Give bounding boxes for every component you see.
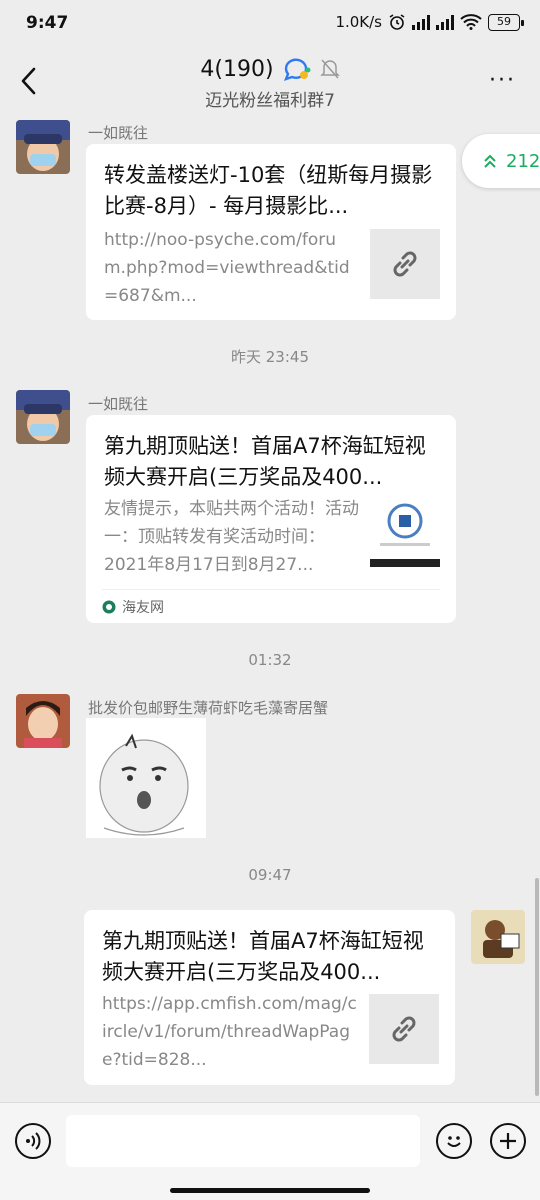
link-card-url: http://noo-psyche.com/forum.php?mod=view… xyxy=(104,230,350,306)
link-icon xyxy=(392,1016,416,1042)
link-source: 海友网 xyxy=(102,597,164,617)
link-card-url: https://app.cmfish.com/mag/circle/v1/for… xyxy=(102,994,357,1070)
source-name: 海友网 xyxy=(122,600,164,616)
battery-icon: 59 xyxy=(488,13,524,31)
unread-jump-badge[interactable]: 212 xyxy=(462,134,540,188)
link-card-message[interactable]: 第九期顶贴送！首届A7杯海缸短视频大赛开启(三万奖品及400... 友情提示，本… xyxy=(86,415,456,623)
voice-button[interactable] xyxy=(15,1123,51,1159)
link-thumbnail xyxy=(370,229,440,299)
avatar[interactable] xyxy=(16,694,70,748)
link-card-title: 第九期顶贴送！首届A7杯海缸短视频大赛开启(三万奖品及400... xyxy=(102,929,424,984)
link-card-title: 转发盖楼送灯-10套（纽斯每月摄影比赛-8月）- 每月摄影比... xyxy=(104,163,433,218)
timestamp: 昨天 23:45 xyxy=(231,348,309,366)
wifi-icon xyxy=(460,14,482,30)
link-card-message[interactable]: 第九期顶贴送！首届A7杯海缸短视频大赛开启(三万奖品及400... https:… xyxy=(84,910,455,1085)
chat-subtitle: 迈光粉丝福利群7 xyxy=(205,91,335,111)
timestamp: 01:32 xyxy=(248,651,292,669)
avatar[interactable] xyxy=(16,390,70,444)
add-attachment-button[interactable] xyxy=(490,1123,526,1159)
link-card-title: 第九期顶贴送！首届A7杯海缸短视频大赛开启(三万奖品及400... xyxy=(104,434,426,489)
timestamp: 09:47 xyxy=(248,866,292,884)
status-icons: 1.0K/s 59 xyxy=(335,13,524,31)
link-thumbnail xyxy=(369,994,439,1064)
status-time: 9:47 xyxy=(26,13,69,33)
article-thumbnail-image xyxy=(370,497,440,567)
article-thumbnail xyxy=(370,497,440,567)
home-indicator[interactable] xyxy=(170,1188,370,1193)
plus-icon xyxy=(500,1133,516,1149)
sticker-image[interactable] xyxy=(86,718,206,838)
input-bar xyxy=(0,1102,540,1200)
chat-header: 4(190) 迈光粉丝福利群7 ··· xyxy=(0,46,540,114)
link-card-message[interactable]: 转发盖楼送灯-10套（纽斯每月摄影比赛-8月）- 每月摄影比... http:/… xyxy=(86,144,456,320)
signal-2-icon xyxy=(436,14,454,30)
smiley-icon xyxy=(447,1136,461,1147)
avatar-self[interactable] xyxy=(471,910,525,964)
sender-name: 批发价包邮野生薄荷虾吃毛藻寄居蟹 xyxy=(88,699,329,717)
scrollbar[interactable] xyxy=(535,878,539,1096)
sender-name: 一如既往 xyxy=(88,395,149,413)
message-input[interactable] xyxy=(66,1115,420,1167)
link-card-description: 友情提示，本贴共两个活动！活动一：顶贴转发有奖活动时间：2021年8月17日到8… xyxy=(104,499,359,575)
voice-icon xyxy=(26,1132,41,1150)
double-chevron-up-icon xyxy=(484,154,496,168)
chat-title: 4(190) xyxy=(200,56,274,82)
source-logo-icon xyxy=(102,600,116,614)
group-chat-icon xyxy=(283,58,311,81)
emoji-button[interactable] xyxy=(436,1123,472,1159)
link-icon xyxy=(393,251,417,277)
sender-name: 一如既往 xyxy=(88,124,149,142)
card-divider xyxy=(102,589,440,590)
mute-bell-icon xyxy=(319,59,340,79)
signal-icon xyxy=(412,14,430,30)
avatar[interactable] xyxy=(16,120,70,174)
alarm-icon xyxy=(389,14,405,30)
network-speed: 1.0K/s xyxy=(335,13,382,31)
unread-count: 212 xyxy=(506,150,540,172)
status-bar: 9:47 1.0K/s 59 xyxy=(0,0,540,46)
more-options-button[interactable]: ··· xyxy=(489,68,516,93)
